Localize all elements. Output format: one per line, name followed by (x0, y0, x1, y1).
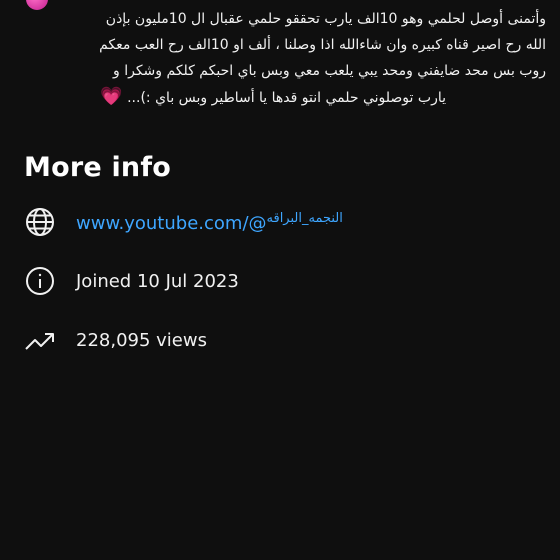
channel-link-handle[interactable]: النجمه_البراقه (267, 211, 343, 226)
globe-icon (24, 206, 56, 238)
info-icon (24, 265, 56, 297)
trending-up-icon (24, 324, 56, 356)
more-info-title: More info (24, 152, 172, 183)
views-row: 228,095 views (24, 322, 207, 358)
channel-link-row[interactable]: www.youtube.com/@النجمه_البراقه (24, 204, 343, 240)
view-count: 228,095 views (76, 329, 207, 351)
description-line-last: يارب توصلوني حلمي انتو قدها يا أساطير وب… (14, 84, 546, 111)
description-line-text: يارب توصلوني حلمي انتو قدها يا أساطير وب… (127, 90, 446, 106)
heart-icon: 💗 (100, 86, 123, 107)
channel-link[interactable]: www.youtube.com/@النجمه_البراقه (76, 211, 343, 234)
description-line: روب بس محد ضايفني ومحد يبي يلعب معي وبس … (113, 63, 546, 79)
channel-description: وأتمنى أوصل لحلمي وهو 10الف يارب تحققو ح… (14, 0, 546, 111)
description-line: وأتمنى أوصل لحلمي وهو 10الف يارب تحققو ح… (105, 11, 546, 27)
description-line: الله رح اصير قناه كبيره وان شاءالله اذا … (99, 37, 546, 53)
joined-date: Joined 10 Jul 2023 (76, 270, 239, 292)
channel-about-screen: وأتمنى أوصل لحلمي وهو 10الف يارب تحققو ح… (0, 0, 560, 560)
joined-row: Joined 10 Jul 2023 (24, 263, 239, 299)
channel-link-url[interactable]: www.youtube.com/@ (76, 213, 267, 234)
